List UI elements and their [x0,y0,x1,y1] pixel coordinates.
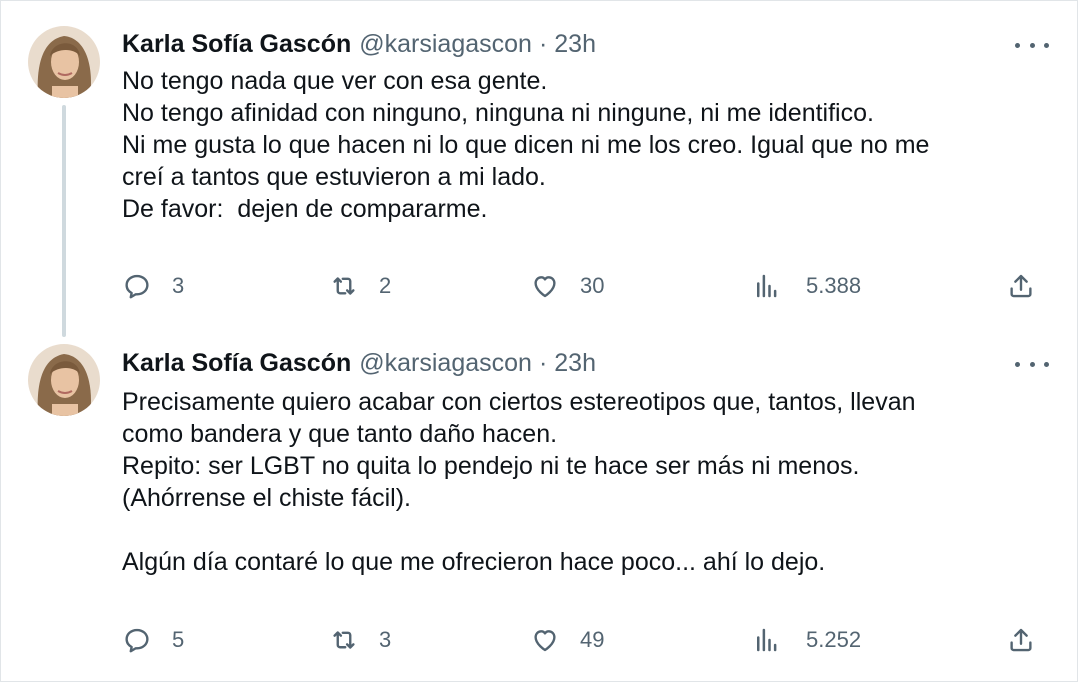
retweet-icon [333,631,355,649]
reply-icon [125,274,149,299]
heart-icon [534,276,556,298]
share-button[interactable] [1006,623,1036,657]
retweet-icon [333,277,355,295]
share-icon [1010,628,1032,652]
tweet-text: Precisamente quiero acabar con ciertos e… [122,386,1042,578]
retweet-button[interactable]: 2 [329,269,391,303]
reply-count: 5 [172,627,185,652]
tweet-text-line: (Ahórrense el chiste fácil). [122,484,412,512]
tweet-text-line: No tengo nada que ver con esa gente. [122,67,548,95]
retweet-count: 3 [379,627,392,652]
author-handle[interactable]: @karsiagascon [359,30,532,59]
share-icon [1010,274,1032,298]
avatar[interactable] [28,26,100,98]
thread-connector-line [62,105,66,337]
like-button[interactable]: 30 [530,269,604,303]
tweet-text-line: Algún día contaré lo que me ofrecieron h… [122,548,826,576]
tweet-header: Karla Sofía Gascón @karsiagascon · 23h [122,27,596,61]
like-count: 49 [580,627,605,652]
retweet-button[interactable]: 3 [329,623,391,657]
reply-icon [125,628,149,653]
header-separator: · [538,29,548,58]
views-button[interactable]: 5.252 [752,623,861,657]
avatar-image [28,26,100,98]
tweet-text-line: No tengo afinidad con ninguno, ninguna n… [122,99,874,127]
tweet-time[interactable]: 23h [554,349,596,378]
author-name[interactable]: Karla Sofía Gascón [122,30,351,59]
avatar-image [28,344,100,416]
heart-icon [534,630,556,652]
more-icon[interactable] [1015,35,1049,55]
tweet[interactable]: Karla Sofía Gascón @karsiagascon · 23h N… [1,1,1078,337]
views-icon [757,628,777,652]
more-icon[interactable] [1015,354,1049,374]
tweet-time[interactable]: 23h [554,30,596,59]
views-count: 5.252 [806,627,862,652]
tweet-text-line [122,514,1042,546]
tweet[interactable]: Karla Sofía Gascón @karsiagascon · 23h P… [1,336,1078,682]
tweet-text: No tengo nada que ver con esa gente. No … [122,65,1042,225]
tweet-text-line: creí a tantos que estuvieron a mi lado. [122,163,546,191]
reply-button[interactable]: 5 [122,623,184,657]
like-button[interactable]: 49 [530,623,604,657]
timeline-thread: Karla Sofía Gascón @karsiagascon · 23h N… [0,0,1078,682]
tweet-text-line: Ni me gusta lo que hacen ni lo que dicen… [122,131,930,159]
header-separator: · [538,348,548,377]
reply-count: 3 [172,273,185,298]
share-button[interactable] [1006,269,1036,303]
tweet-text-line: De favor: dejen de compararme. [122,195,488,223]
tweet-text-line: Precisamente quiero acabar con ciertos e… [122,388,916,416]
views-button[interactable]: 5.388 [752,269,861,303]
views-icon [757,274,777,298]
tweet-header: Karla Sofía Gascón @karsiagascon · 23h [122,346,596,380]
views-count: 5.388 [806,273,862,298]
like-count: 30 [580,273,605,298]
tweet-actions: 3 2 30 5.388 [122,269,1042,303]
tweet-text-line: Repito: ser LGBT no quita lo pendejo ni … [122,452,860,480]
retweet-count: 2 [379,273,392,298]
reply-button[interactable]: 3 [122,269,184,303]
avatar[interactable] [28,344,100,416]
author-handle[interactable]: @karsiagascon [359,349,532,378]
author-name[interactable]: Karla Sofía Gascón [122,349,351,378]
tweet-text-line: como bandera y que tanto daño hacen. [122,420,558,448]
tweet-actions: 5 3 49 5.252 [122,623,1042,657]
